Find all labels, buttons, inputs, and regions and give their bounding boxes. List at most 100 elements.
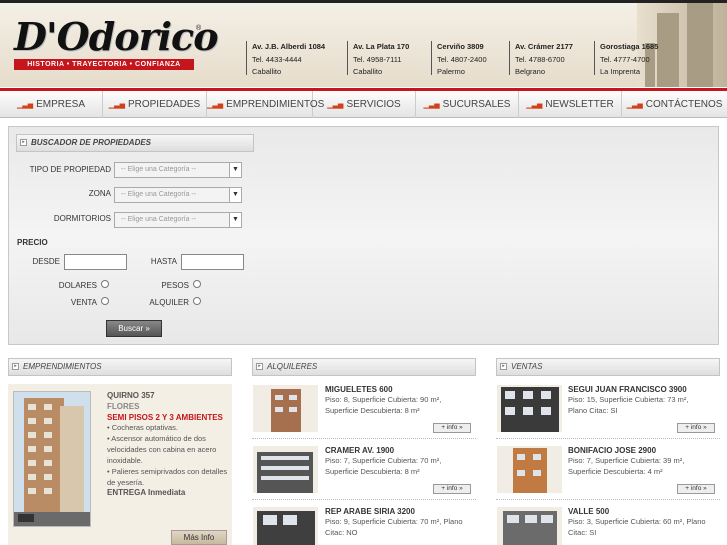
property-desc: Citac: NO xyxy=(325,528,358,537)
venta-radio[interactable] xyxy=(101,297,109,305)
property-desc: Plano Citac: SI xyxy=(568,406,618,415)
property-desc: Citac: SI xyxy=(568,528,597,537)
info-button[interactable]: + info » xyxy=(677,484,715,494)
emprendimiento-image[interactable] xyxy=(13,391,91,527)
property-details: BONIFACIO JOSE 2900 Piso: 7, Superficie … xyxy=(568,446,720,477)
property-name[interactable]: REP ARABE SIRIA 3200 xyxy=(325,507,475,516)
dolares-radio[interactable] xyxy=(101,280,109,288)
alquileres-title: ▸ ALQUILERES xyxy=(252,358,476,376)
registered-mark: ® xyxy=(196,25,202,32)
nav-item-contactenos[interactable]: ▁▃▅ CONTÁCTENOS xyxy=(622,91,727,118)
branch-address: Av. La Plata 170 xyxy=(353,42,410,51)
brand-logo[interactable]: D'Odorico ® HISTORIA • TRAYECTORIA • CON… xyxy=(12,17,219,77)
nav-label: SUCURSALES xyxy=(442,99,511,110)
feature-item: • Ascensor automático de dos velocidades… xyxy=(107,434,217,465)
desde-input[interactable] xyxy=(64,254,127,270)
expand-icon: ▸ xyxy=(12,363,19,370)
expand-icon: ▸ xyxy=(500,363,507,370)
info-button[interactable]: + info » xyxy=(433,423,471,433)
nav-label: PROPIEDADES xyxy=(127,99,201,110)
bar-chart-icon: ▁▃▅ xyxy=(16,102,34,109)
dormitorios-select[interactable]: -- Elige una Categoría -- ▼ xyxy=(114,212,242,228)
precio-label: PRECIO xyxy=(17,238,48,247)
branch-info: Av. J.B. Alberdi 1084 Tel. 4433-4444 Cab… xyxy=(246,41,326,76)
property-details: CRAMER AV. 1900 Piso: 7, Superficie Cubi… xyxy=(325,446,475,477)
nav-item-propiedades[interactable]: ▁▃▅ PROPIEDADES xyxy=(103,91,207,118)
bar-chart-icon: ▁▃▅ xyxy=(626,102,643,109)
property-name[interactable]: VALLE 500 xyxy=(568,507,720,516)
nav-item-servicios[interactable]: ▁▃▅ SERVICIOS xyxy=(313,91,416,118)
nav-item-empresa[interactable]: ▁▃▅ EMPRESA xyxy=(0,91,103,118)
nav-item-newsletter[interactable]: ▁▃▅ NEWSLETTER xyxy=(519,91,622,118)
property-desc: Piso: 7, Superficie Cubierta: 70 m², xyxy=(325,456,442,465)
nav-label: SERVICIOS xyxy=(346,99,401,110)
property-thumbnail[interactable] xyxy=(497,507,562,545)
property-desc: Superficie Descubierta: 4 m² xyxy=(568,467,663,476)
property-thumbnail[interactable] xyxy=(253,507,318,545)
property-name[interactable]: MIGUELETES 600 xyxy=(325,385,475,394)
property-thumbnail[interactable] xyxy=(497,446,562,493)
emprendimiento-name[interactable]: QUIRNO 357 xyxy=(107,391,229,400)
branch-info: Gorostiaga 1685 Tel. 4777-4700 La Impren… xyxy=(594,41,659,76)
ventas-panel: ▸ VENTAS SEGUI JUAN FRANCISCO 3900 Piso: … xyxy=(496,357,720,545)
branch-area: Belgrano xyxy=(515,67,546,76)
hasta-input[interactable] xyxy=(181,254,244,270)
branch-info: Av. Crámer 2177 Tel. 4788-6700 Belgrano xyxy=(509,41,573,76)
chevron-down-icon: ▼ xyxy=(229,213,241,227)
emprendimiento-details: QUIRNO 357 FLORES SEMI PISOS 2 Y 3 AMBIE… xyxy=(107,391,229,497)
info-button[interactable]: + info » xyxy=(677,423,715,433)
divider xyxy=(496,438,720,439)
main-nav: ▁▃▅ EMPRESA ▁▃▅ PROPIEDADES ▁▃▅ EMPRENDIMIE… xyxy=(0,88,727,118)
branch-info: Av. La Plata 170 Tel. 4958-7111 Caballit… xyxy=(347,41,410,76)
bar-chart-icon: ▁▃▅ xyxy=(207,102,224,109)
alquileres-panel: ▸ ALQUILERES MIGUELETES 600 Piso: 8, Supe… xyxy=(252,357,476,545)
pesos-radio[interactable] xyxy=(193,280,201,288)
property-desc: Piso: 15, Superficie Cubierta: 73 m², xyxy=(568,395,689,404)
site-header: D'Odorico ® HISTORIA • TRAYECTORIA • CON… xyxy=(0,3,727,87)
divider xyxy=(496,499,720,500)
branch-info: Cerviño 3809 Tel. 4807-2400 Palermo xyxy=(431,41,487,76)
property-desc: Piso: 7, Superficie Cubierta: 39 m², xyxy=(568,456,685,465)
dolares-label: DOLARES xyxy=(58,281,97,290)
branch-address: Cerviño 3809 xyxy=(437,42,484,51)
dormitorios-label: DORMITORIOS xyxy=(53,214,111,223)
property-name[interactable]: SEGUI JUAN FRANCISCO 3900 xyxy=(568,385,720,394)
branch-area: Caballito xyxy=(252,67,282,76)
property-name[interactable]: CRAMER AV. 1900 xyxy=(325,446,475,455)
tipo-select[interactable]: -- Elige una Categoría -- ▼ xyxy=(114,162,242,178)
property-desc: Piso: 9, Superficie Cubierta: 70 m², Pla… xyxy=(325,517,463,526)
nav-item-emprendimientos[interactable]: ▁▃▅ EMPRENDIMIENTOS xyxy=(207,91,324,118)
property-thumbnail[interactable] xyxy=(253,385,318,432)
nav-item-sucursales[interactable]: ▁▃▅ SUCURSALES xyxy=(416,91,519,118)
branch-address: Av. J.B. Alberdi 1084 xyxy=(252,42,326,51)
brand-name: D'Odorico xyxy=(14,14,219,59)
property-desc: Superficie Descubierta: 8 m² xyxy=(325,467,420,476)
emprendimientos-panel: ▸ EMPRENDIMIENTOS QUIRNO 357 FLORES SEMI … xyxy=(8,357,232,545)
more-info-button[interactable]: Más Info xyxy=(171,530,227,545)
property-search-panel: ▸ BUSCADOR DE PROPIEDADES TIPO DE PROPIED… xyxy=(8,126,719,345)
branch-phone: Tel. 4777-4700 xyxy=(600,54,650,64)
chevron-down-icon: ▼ xyxy=(229,188,241,202)
bar-chart-icon: ▁▃▅ xyxy=(526,102,543,109)
property-details: REP ARABE SIRIA 3200 Piso: 9, Superficie… xyxy=(325,507,475,538)
property-details: SEGUI JUAN FRANCISCO 3900 Piso: 15, Supe… xyxy=(568,385,720,416)
expand-icon: ▸ xyxy=(20,139,27,146)
property-desc: Superficie Descubierta: 8 m² xyxy=(325,406,420,415)
chevron-down-icon: ▼ xyxy=(229,163,241,177)
branch-address: Gorostiaga 1685 xyxy=(600,42,659,51)
branch-area: Caballito xyxy=(353,67,383,76)
feature-item: • Cocheras optativas. xyxy=(107,423,178,432)
property-thumbnail[interactable] xyxy=(497,385,562,432)
divider xyxy=(252,499,476,500)
emprendimiento-delivery: ENTREGA Inmediata xyxy=(107,488,186,497)
property-name[interactable]: BONIFACIO JOSE 2900 xyxy=(568,446,720,455)
venta-label: VENTA xyxy=(70,298,97,307)
property-desc: Piso: 3, Superficie Cubierta: 60 m², Pla… xyxy=(568,517,706,526)
branch-area: Palermo xyxy=(437,67,465,76)
info-button[interactable]: + info » xyxy=(433,484,471,494)
zona-select[interactable]: -- Elige una Categoría -- ▼ xyxy=(114,187,242,203)
property-thumbnail[interactable] xyxy=(253,446,318,493)
search-button[interactable]: Buscar » xyxy=(106,320,162,337)
alquiler-radio[interactable] xyxy=(193,297,201,305)
branch-phone: Tel. 4807-2400 xyxy=(437,54,487,64)
